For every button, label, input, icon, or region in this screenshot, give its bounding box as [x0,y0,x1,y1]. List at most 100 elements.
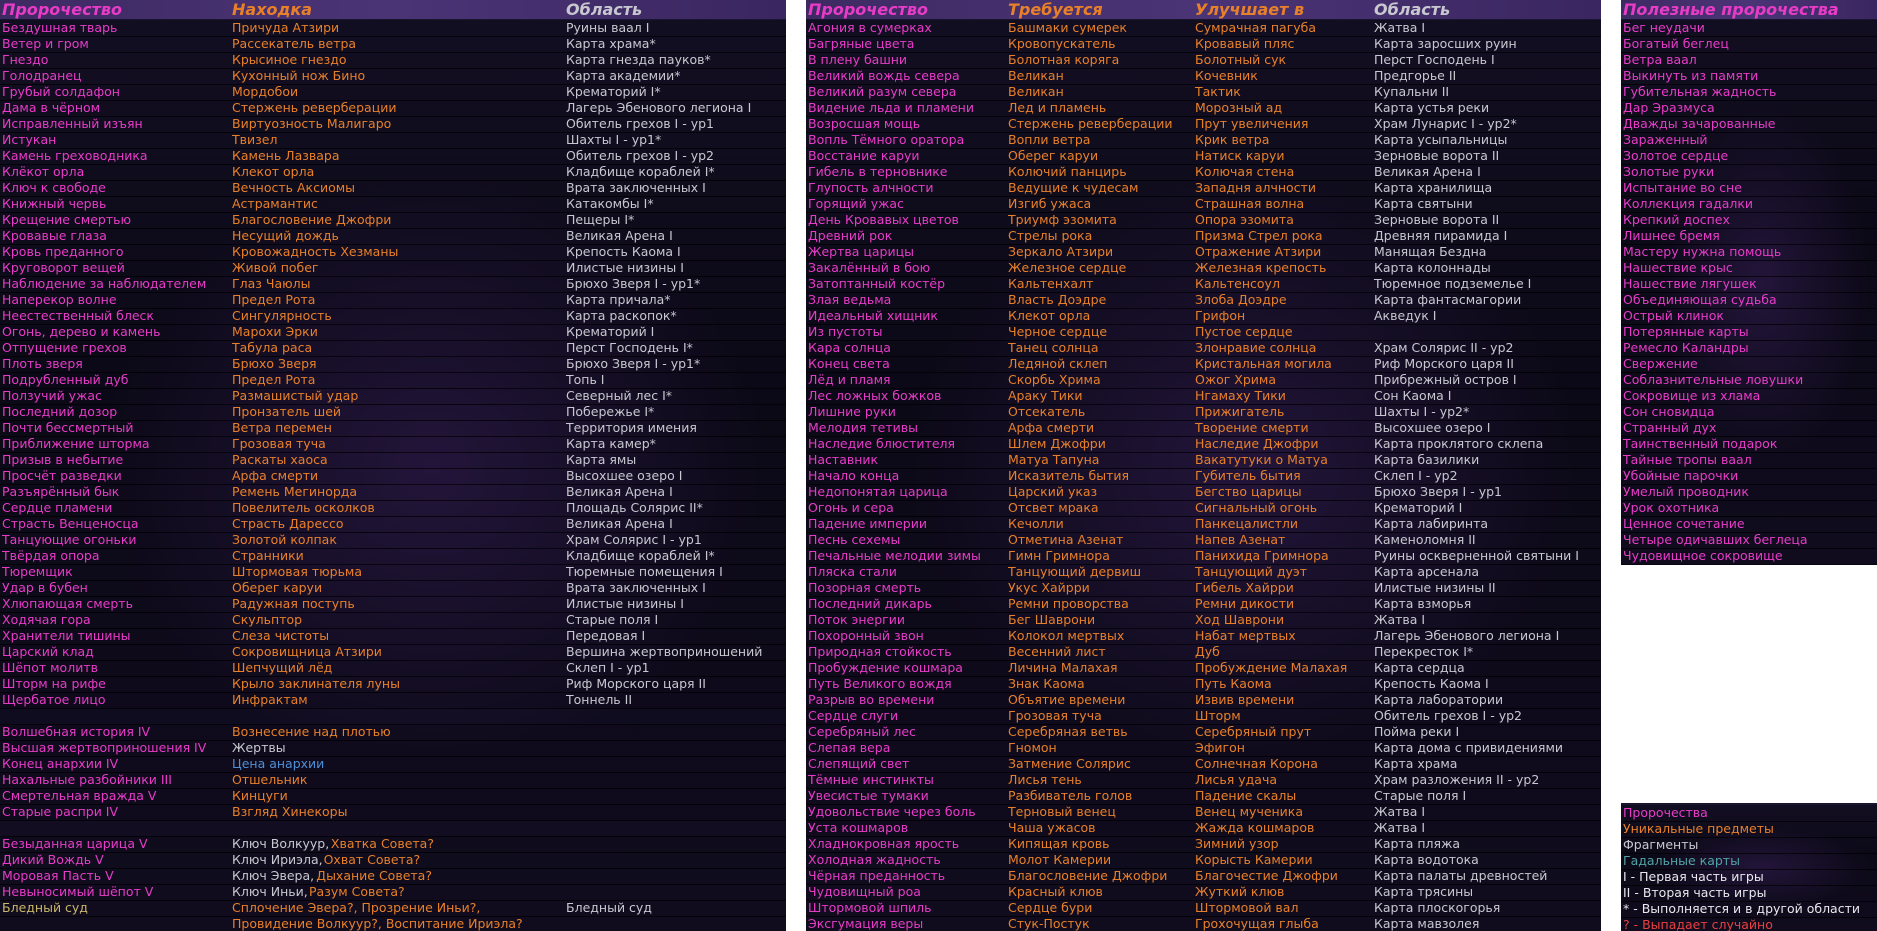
upgrades-cell: Штормовой вал [1195,900,1299,915]
table-row: Хлюпающая смерть Радужная поступь Илистые … [0,596,786,613]
list-item: Ценное сочетание [1621,516,1877,533]
upgrades-cell: Крик ветра [1195,132,1270,147]
prophecy-cell: Шёпот молитв [2,660,98,675]
prophecy-cell: Плоть зверя [2,356,83,371]
requires-cell: Ремни проворства [1008,596,1129,611]
prophecy-cell: Удар в бубен [2,580,88,595]
prophecy-cell: Невыносимый шёпот V [2,884,154,899]
requires-cell: Серебряная ветвь [1008,724,1128,739]
upgrades-cell: Злонравие солнца [1195,340,1317,355]
useful-prophecy-cell: Коллекция гадалки [1623,196,1754,211]
prophecy-cell: Холодная жадность [808,852,941,867]
table-row: Приближение шторма Грозовая туча Карта кам… [0,436,786,453]
requires-cell: Изгиб ужаса [1008,196,1092,211]
ingredient-cell: Астрамантис [232,196,318,211]
table-row: Гнездо Крысиное гнездо Карта гнезда пауков… [0,52,786,69]
requires-cell: Объятие времени [1008,692,1126,707]
prophecy-cell: Ключ к свободе [2,180,106,195]
table-row: Крещение смертью Благословение Джофри Пеще… [0,212,786,229]
table-row: Исправленный изъян Виртуозность Малигаро О… [0,116,786,133]
upgrades-cell: Извив времени [1195,692,1295,707]
ingredient-cell: Вечность Аксиомы [232,180,356,195]
prophecy-cell: Штормовой шпиль [808,900,932,915]
area-cell: Карта плоскогорья [1374,900,1501,915]
useful-prophecy-cell: Сокровище из хлама [1623,388,1761,403]
ingredient-cell: Провидение Волкуур?, Воспитание Ириэла? [232,916,523,931]
area-cell: Лагерь Эбенового легиона I [1374,628,1560,643]
table-row: Подрубленный дуб Предел Рота Топь I [0,372,786,389]
prophecy-cell: Лёд и пламя [808,372,891,387]
area-cell: Старые поля I [1374,788,1467,803]
table-row: Разрыв во времени Объятие времени Извив вр… [806,692,1601,709]
area-cell: Карта взморья [1374,596,1472,611]
ingredient-cell: Глаз Чаюлы [232,276,311,291]
ingredient-cell: Живой побег [232,260,319,275]
table-row: Холодная жадность Молот Камерии Корысть Ка… [806,852,1601,869]
legend-panel: Пророчества Уникальные предметы Фрагменты Г… [1621,803,1877,931]
area-cell: Сон Каома I [1374,388,1452,403]
requires-cell: Отсвет мрака [1008,500,1099,515]
useful-prophecy-cell: Дар Эразмуса [1623,100,1715,115]
table-row: Восстание каруи Оберег каруи Натиск каруи З… [806,148,1601,165]
ingredient-cell: Шепчущий лёд [232,660,333,675]
prophecy-cell: Бездушная тварь [2,20,118,35]
area-cell: Карта устья реки [1374,100,1490,115]
prophecy-cell: Царский клад [2,644,94,659]
table-row: Глупость алчности Ведущие к чудесам Западн… [806,180,1601,197]
prophecy-cell: Из пустоты [808,324,883,339]
upgrades-cell: Солнечная Корона [1195,756,1318,771]
prophecy-cell: Древний рок [808,228,893,243]
requires-cell: Разбиватель голов [1008,788,1133,803]
requires-cell: Ведущие к чудесам [1008,180,1139,195]
area-cell: Карта заросших руин [1374,36,1517,51]
useful-prophecy-cell: Крепкий доспех [1623,212,1730,227]
prophecy-cell: Последний дозор [2,404,118,419]
prophecy-cell: Крещение смертью [2,212,132,227]
useful-prophecy-cell: Зараженный [1623,132,1708,147]
area-cell: Северный лес I* [566,388,673,403]
prophecy-cell: Волшебная история IV [2,724,151,739]
list-item: Лишнее бремя [1621,228,1877,245]
area-cell: Карта палаты древностей [1374,868,1548,883]
upgrades-cell: Вакатутуки о Матуа [1195,452,1328,467]
table-row: Наставник Матуа Тапуна Вакатутуки о Матуа К… [806,452,1601,469]
prophecy-cell: Закалённый в бою [808,260,931,275]
upgrades-cell: Призма Стрел рока [1195,228,1323,243]
prophecy-cell: Гибель в терновнике [808,164,948,179]
table-row: Природная стойкость Весенний лист Дуб Перек… [806,644,1601,661]
prophecy-cell: Просчёт разведки [2,468,122,483]
prophecy-cell: В плену башни [808,52,908,67]
area-cell: Храм Лунарис I - ур2* [1374,116,1517,131]
list-item: Чудовищное сокровище [1621,548,1877,565]
list-item: Потерянные карты [1621,324,1877,341]
requires-cell: Араку Тики [1008,388,1083,403]
upgrades-cell: Благочестие Джофри [1195,868,1338,883]
prophecy-cell: День Кровавых цветов [808,212,959,227]
prophecy-cell: Жертва царицы [808,244,914,259]
ingredient-cell: Твизел [232,132,278,147]
useful-prophecy-cell: Золотое сердце [1623,148,1729,163]
area-cell: Брюхо Зверя I - ур1 [1374,484,1502,499]
prophecy-cell: Видение льда и пламени [808,100,974,115]
upgrades-cell: Дуб [1195,644,1220,659]
table-row: Последний дозор Пронзатель шей Побережье I… [0,404,786,421]
area-cell: Шахты I - ур1* [566,132,662,147]
prophecy-cell: Последний дикарь [808,596,932,611]
area-cell: Карта камер* [566,436,656,451]
table-row: Тюремщик Штормовая тюрьма Тюремные помещен… [0,564,786,581]
table-row: Огонь и сера Отсвет мрака Сигнальный огонь… [806,500,1601,517]
ingredient-key-cell: Ключ Ириэла, [232,852,323,867]
ingredient-cell: Скульптор [232,612,303,627]
table-row: Огонь, дерево и камень Марохи Эрки Кремато… [0,324,786,341]
prophecy-cell: Великий разум севера [808,84,957,99]
ingredient-cell: Рассекатель ветра [232,36,357,51]
prophecy-cell: Путь Великого вождя [808,676,952,691]
table-row: Чёрная преданность Благословение Джофри Бл… [806,868,1601,885]
prophecy-cell: Чудовищный роа [808,884,921,899]
list-item: Ветра ваал [1621,52,1877,69]
prophecy-cell: Лишние руки [808,404,896,419]
table-row: Хранители тишины Слеза чистоты Передовая I [0,628,786,645]
prophecy-cell: Великий вождь севера [808,68,960,83]
useful-prophecy-cell: Сон сновидца [1623,404,1715,419]
prophecy-cell: Призыв в небытие [2,452,124,467]
